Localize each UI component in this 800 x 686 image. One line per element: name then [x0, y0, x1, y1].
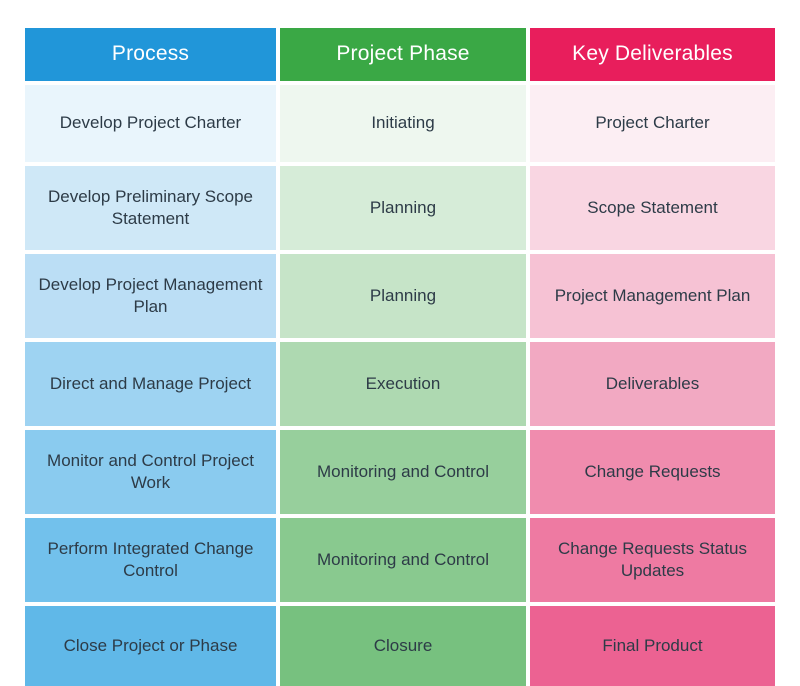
column-header-key-deliverables: Key Deliverables	[530, 28, 775, 81]
table-row: Develop Preliminary Scope Statement Plan…	[25, 166, 775, 250]
cell-process: Develop Project Management Plan	[25, 254, 276, 338]
cell-deliverable: Project Charter	[530, 85, 775, 162]
cell-deliverable: Final Product	[530, 606, 775, 686]
cell-phase: Execution	[280, 342, 526, 426]
table-body: Develop Project Charter Initiating Proje…	[25, 81, 775, 686]
cell-deliverable: Project Management Plan	[530, 254, 775, 338]
cell-phase: Planning	[280, 254, 526, 338]
column-header-project-phase: Project Phase	[280, 28, 526, 81]
cell-process: Develop Project Charter	[25, 85, 276, 162]
cell-process: Monitor and Control Project Work	[25, 430, 276, 514]
cell-phase: Monitoring and Control	[280, 518, 526, 602]
table-header: Process Project Phase Key Deliverables	[25, 28, 775, 81]
cell-process: Develop Preliminary Scope Statement	[25, 166, 276, 250]
cell-deliverable: Scope Statement	[530, 166, 775, 250]
cell-phase: Planning	[280, 166, 526, 250]
cell-process: Perform Integrated Change Control	[25, 518, 276, 602]
cell-process: Direct and Manage Project	[25, 342, 276, 426]
data-table: Process Project Phase Key Deliverables D…	[25, 28, 775, 686]
cell-process: Close Project or Phase	[25, 606, 276, 686]
table-row: Develop Project Management Plan Planning…	[25, 254, 775, 338]
cell-phase: Initiating	[280, 85, 526, 162]
table-row: Develop Project Charter Initiating Proje…	[25, 85, 775, 162]
table-row: Close Project or Phase Closure Final Pro…	[25, 606, 775, 686]
table-row: Perform Integrated Change Control Monito…	[25, 518, 775, 602]
cell-deliverable: Change Requests Status Updates	[530, 518, 775, 602]
cell-deliverable: Change Requests	[530, 430, 775, 514]
cell-phase: Closure	[280, 606, 526, 686]
cell-deliverable: Deliverables	[530, 342, 775, 426]
process-phase-deliverables-table: Process Project Phase Key Deliverables D…	[25, 28, 775, 686]
table-row: Monitor and Control Project Work Monitor…	[25, 430, 775, 514]
cell-phase: Monitoring and Control	[280, 430, 526, 514]
column-header-process: Process	[25, 28, 276, 81]
header-row: Process Project Phase Key Deliverables	[25, 28, 775, 81]
table-row: Direct and Manage Project Execution Deli…	[25, 342, 775, 426]
